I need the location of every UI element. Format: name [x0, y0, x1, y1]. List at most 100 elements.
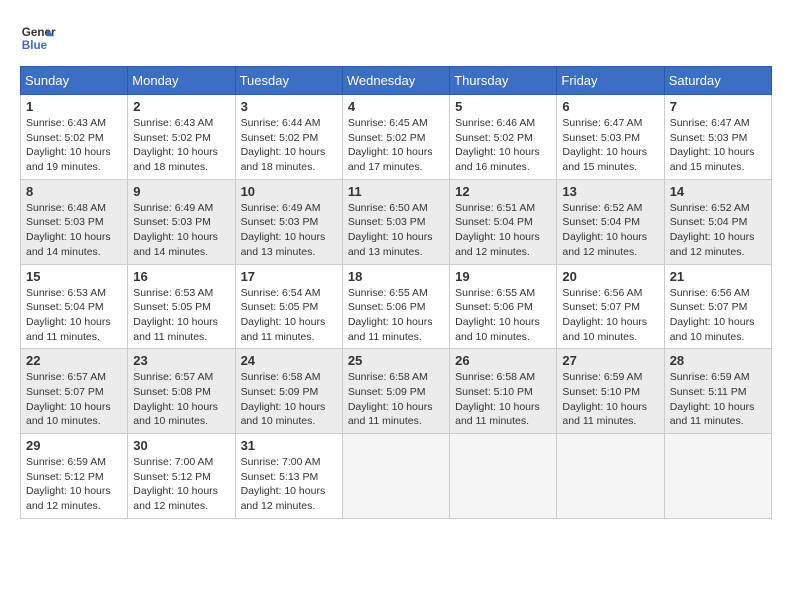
day-info: Sunrise: 6:59 AMSunset: 5:12 PMDaylight:…	[26, 455, 122, 514]
week-row-1: 1Sunrise: 6:43 AMSunset: 5:02 PMDaylight…	[21, 95, 772, 180]
calendar-cell: 29 Sunrise: 6:59 AMSunset: 5:12 PMDayligh…	[21, 434, 128, 519]
day-number: 8	[26, 184, 122, 199]
svg-text:General: General	[22, 26, 56, 39]
day-info: Sunrise: 6:44 AMSunset: 5:02 PMDaylight:…	[241, 116, 337, 175]
day-number: 18	[348, 269, 444, 284]
day-info: Sunrise: 6:54 AMSunset: 5:05 PMDaylight:…	[241, 286, 337, 345]
calendar-cell: 22 Sunrise: 6:57 AMSunset: 5:07 PMDayligh…	[21, 349, 128, 434]
calendar-cell: 27 Sunrise: 6:59 AMSunset: 5:10 PMDayligh…	[557, 349, 664, 434]
day-number: 24	[241, 353, 337, 368]
day-number: 17	[241, 269, 337, 284]
logo-icon: General Blue	[20, 20, 56, 56]
day-number: 26	[455, 353, 551, 368]
calendar-cell: 6 Sunrise: 6:47 AMSunset: 5:03 PMDaylight…	[557, 95, 664, 180]
day-info: Sunrise: 6:47 AMSunset: 5:03 PMDaylight:…	[670, 116, 766, 175]
calendar-cell: 7 Sunrise: 6:47 AMSunset: 5:03 PMDaylight…	[664, 95, 771, 180]
day-number: 6	[562, 99, 658, 114]
day-number: 12	[455, 184, 551, 199]
calendar-cell: 18 Sunrise: 6:55 AMSunset: 5:06 PMDayligh…	[342, 264, 449, 349]
calendar-cell: 23 Sunrise: 6:57 AMSunset: 5:08 PMDayligh…	[128, 349, 235, 434]
logo: General Blue	[20, 20, 56, 56]
day-info: Sunrise: 6:58 AMSunset: 5:09 PMDaylight:…	[241, 370, 337, 429]
day-number: 27	[562, 353, 658, 368]
calendar-cell	[557, 434, 664, 519]
day-info: Sunrise: 6:52 AMSunset: 5:04 PMDaylight:…	[670, 201, 766, 260]
day-number: 11	[348, 184, 444, 199]
day-number: 15	[26, 269, 122, 284]
day-number: 23	[133, 353, 229, 368]
calendar-cell: 13 Sunrise: 6:52 AMSunset: 5:04 PMDayligh…	[557, 179, 664, 264]
weekday-header-sunday: Sunday	[21, 67, 128, 95]
weekday-header-row: SundayMondayTuesdayWednesdayThursdayFrid…	[21, 67, 772, 95]
calendar-cell: 30 Sunrise: 7:00 AMSunset: 5:12 PMDayligh…	[128, 434, 235, 519]
day-info: Sunrise: 6:49 AMSunset: 5:03 PMDaylight:…	[133, 201, 229, 260]
weekday-header-tuesday: Tuesday	[235, 67, 342, 95]
calendar-cell: 4 Sunrise: 6:45 AMSunset: 5:02 PMDaylight…	[342, 95, 449, 180]
calendar: SundayMondayTuesdayWednesdayThursdayFrid…	[20, 66, 772, 519]
week-row-3: 15 Sunrise: 6:53 AMSunset: 5:04 PMDayligh…	[21, 264, 772, 349]
calendar-cell: 31Sunrise: 7:00 AMSunset: 5:13 PMDayligh…	[235, 434, 342, 519]
day-info: Sunrise: 6:50 AMSunset: 5:03 PMDaylight:…	[348, 201, 444, 260]
day-number: 30	[133, 438, 229, 453]
day-number: 9	[133, 184, 229, 199]
day-info: Sunrise: 6:56 AMSunset: 5:07 PMDaylight:…	[562, 286, 658, 345]
weekday-header-friday: Friday	[557, 67, 664, 95]
calendar-cell: 19Sunrise: 6:55 AMSunset: 5:06 PMDayligh…	[450, 264, 557, 349]
calendar-cell	[664, 434, 771, 519]
day-number: 4	[348, 99, 444, 114]
weekday-header-monday: Monday	[128, 67, 235, 95]
day-number: 3	[241, 99, 337, 114]
day-number: 25	[348, 353, 444, 368]
day-info: Sunrise: 6:58 AMSunset: 5:09 PMDaylight:…	[348, 370, 444, 429]
week-row-5: 29 Sunrise: 6:59 AMSunset: 5:12 PMDayligh…	[21, 434, 772, 519]
day-number: 31	[241, 438, 337, 453]
calendar-cell: 11 Sunrise: 6:50 AMSunset: 5:03 PMDayligh…	[342, 179, 449, 264]
day-number: 29	[26, 438, 122, 453]
header: General Blue	[20, 20, 772, 56]
day-number: 7	[670, 99, 766, 114]
day-number: 10	[241, 184, 337, 199]
day-number: 20	[562, 269, 658, 284]
day-info: Sunrise: 6:47 AMSunset: 5:03 PMDaylight:…	[562, 116, 658, 175]
calendar-cell: 14 Sunrise: 6:52 AMSunset: 5:04 PMDayligh…	[664, 179, 771, 264]
day-number: 19	[455, 269, 551, 284]
day-info: Sunrise: 6:59 AMSunset: 5:10 PMDaylight:…	[562, 370, 658, 429]
day-info: Sunrise: 6:56 AMSunset: 5:07 PMDaylight:…	[670, 286, 766, 345]
day-number: 16	[133, 269, 229, 284]
svg-text:Blue: Blue	[22, 39, 48, 52]
calendar-cell	[450, 434, 557, 519]
day-info: Sunrise: 6:58 AMSunset: 5:10 PMDaylight:…	[455, 370, 551, 429]
weekday-header-saturday: Saturday	[664, 67, 771, 95]
day-number: 28	[670, 353, 766, 368]
day-number: 2	[133, 99, 229, 114]
calendar-cell: 1Sunrise: 6:43 AMSunset: 5:02 PMDaylight…	[21, 95, 128, 180]
day-number: 14	[670, 184, 766, 199]
day-info: Sunrise: 6:45 AMSunset: 5:02 PMDaylight:…	[348, 116, 444, 175]
day-info: Sunrise: 6:51 AMSunset: 5:04 PMDaylight:…	[455, 201, 551, 260]
day-info: Sunrise: 6:43 AMSunset: 5:02 PMDaylight:…	[133, 116, 229, 175]
day-number: 5	[455, 99, 551, 114]
day-number: 21	[670, 269, 766, 284]
day-info: Sunrise: 6:55 AMSunset: 5:06 PMDaylight:…	[348, 286, 444, 345]
calendar-cell: 26 Sunrise: 6:58 AMSunset: 5:10 PMDayligh…	[450, 349, 557, 434]
calendar-cell: 21 Sunrise: 6:56 AMSunset: 5:07 PMDayligh…	[664, 264, 771, 349]
calendar-cell: 25 Sunrise: 6:58 AMSunset: 5:09 PMDayligh…	[342, 349, 449, 434]
calendar-cell: 10Sunrise: 6:49 AMSunset: 5:03 PMDayligh…	[235, 179, 342, 264]
day-info: Sunrise: 6:53 AMSunset: 5:04 PMDaylight:…	[26, 286, 122, 345]
day-info: Sunrise: 6:46 AMSunset: 5:02 PMDaylight:…	[455, 116, 551, 175]
day-info: Sunrise: 6:57 AMSunset: 5:07 PMDaylight:…	[26, 370, 122, 429]
day-info: Sunrise: 6:57 AMSunset: 5:08 PMDaylight:…	[133, 370, 229, 429]
day-number: 13	[562, 184, 658, 199]
day-info: Sunrise: 6:52 AMSunset: 5:04 PMDaylight:…	[562, 201, 658, 260]
day-number: 22	[26, 353, 122, 368]
calendar-cell: 15 Sunrise: 6:53 AMSunset: 5:04 PMDayligh…	[21, 264, 128, 349]
calendar-cell: 16Sunrise: 6:53 AMSunset: 5:05 PMDayligh…	[128, 264, 235, 349]
calendar-cell: 17 Sunrise: 6:54 AMSunset: 5:05 PMDayligh…	[235, 264, 342, 349]
calendar-cell	[342, 434, 449, 519]
day-info: Sunrise: 7:00 AMSunset: 5:12 PMDaylight:…	[133, 455, 229, 514]
calendar-cell: 2 Sunrise: 6:43 AMSunset: 5:02 PMDaylight…	[128, 95, 235, 180]
weekday-header-thursday: Thursday	[450, 67, 557, 95]
calendar-cell: 28Sunrise: 6:59 AMSunset: 5:11 PMDayligh…	[664, 349, 771, 434]
calendar-cell: 24 Sunrise: 6:58 AMSunset: 5:09 PMDayligh…	[235, 349, 342, 434]
week-row-2: 8Sunrise: 6:48 AMSunset: 5:03 PMDaylight…	[21, 179, 772, 264]
